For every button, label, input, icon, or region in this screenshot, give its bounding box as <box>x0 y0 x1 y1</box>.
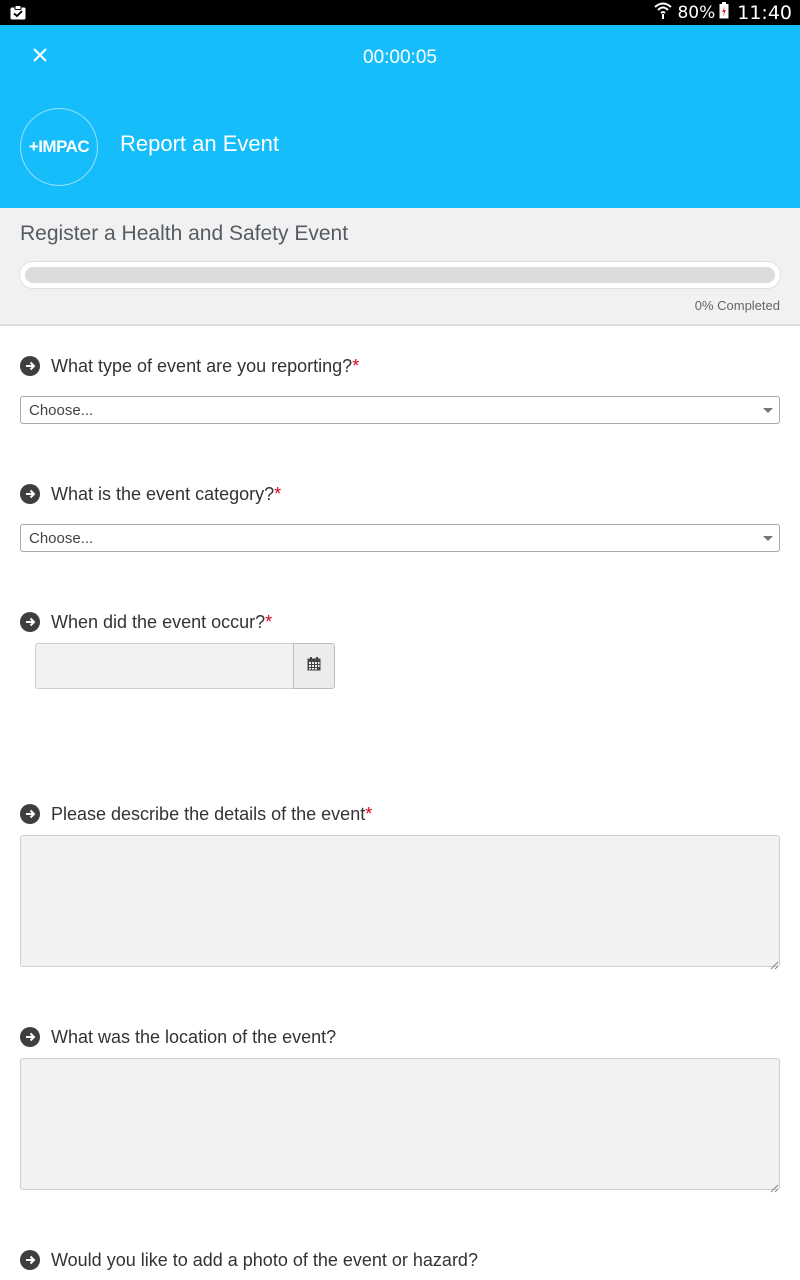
required-marker: * <box>265 611 273 632</box>
select-value: Choose... <box>29 401 94 419</box>
battery-charging-icon <box>719 1 729 24</box>
question-label: What type of event are you reporting? <box>51 355 353 376</box>
arrow-right-circle-icon <box>20 1027 40 1047</box>
arrow-right-circle-icon <box>20 484 40 504</box>
page-title: Report an Event <box>120 131 279 156</box>
progress-label: 0% Completed <box>694 298 780 313</box>
clipboard-check-icon <box>10 5 26 20</box>
impac-logo: +IMPAC <box>20 108 98 186</box>
event-details-textarea[interactable] <box>20 835 780 967</box>
status-bar: 80% 11:40 <box>0 0 800 25</box>
chevron-down-icon <box>763 536 773 541</box>
arrow-right-circle-icon <box>20 612 40 632</box>
select-value: Choose... <box>29 529 94 547</box>
question-label: Please describe the details of the event <box>51 803 366 824</box>
resize-grip-icon[interactable] <box>769 957 779 970</box>
question-label: When did the event occur? <box>51 611 266 632</box>
question-label: What is the event category? <box>51 483 275 504</box>
clock: 11:40 <box>737 1 792 24</box>
battery-percent: 80% <box>677 2 716 23</box>
arrow-right-circle-icon <box>20 1250 40 1270</box>
question-label: What was the location of the event? <box>51 1026 337 1047</box>
question-event-photo: Would you like to add a photo of the eve… <box>20 1248 780 1272</box>
arrow-right-circle-icon <box>20 804 40 824</box>
required-marker: * <box>352 355 360 376</box>
question-event-date: When did the event occur? * <box>20 610 780 689</box>
question-event-details: Please describe the details of the event… <box>20 802 780 970</box>
resize-grip-icon[interactable] <box>769 1180 779 1193</box>
question-event-category: What is the event category? * Choose... <box>20 482 780 552</box>
calendar-icon <box>307 656 321 676</box>
event-type-select[interactable]: Choose... <box>20 396 780 424</box>
app-header: 00:00:05 +IMPAC Report an Event <box>0 25 800 208</box>
wifi-icon <box>653 1 673 24</box>
chevron-down-icon <box>763 408 773 413</box>
form-title: Register a Health and Safety Event <box>20 222 349 245</box>
calendar-button[interactable] <box>293 643 335 689</box>
required-marker: * <box>365 803 373 824</box>
event-category-select[interactable]: Choose... <box>20 524 780 552</box>
question-event-location: What was the location of the event? <box>20 1025 780 1193</box>
progress-bar <box>19 261 781 289</box>
event-location-textarea[interactable] <box>20 1058 780 1190</box>
event-date-input[interactable] <box>35 643 293 689</box>
elapsed-timer: 00:00:05 <box>363 47 437 68</box>
progress-section: Register a Health and Safety Event 0% Co… <box>0 208 800 326</box>
required-marker: * <box>274 483 282 504</box>
arrow-right-circle-icon <box>20 356 40 376</box>
question-label: Would you like to add a photo of the eve… <box>51 1249 478 1270</box>
question-event-type: What type of event are you reporting? * C… <box>20 354 780 424</box>
